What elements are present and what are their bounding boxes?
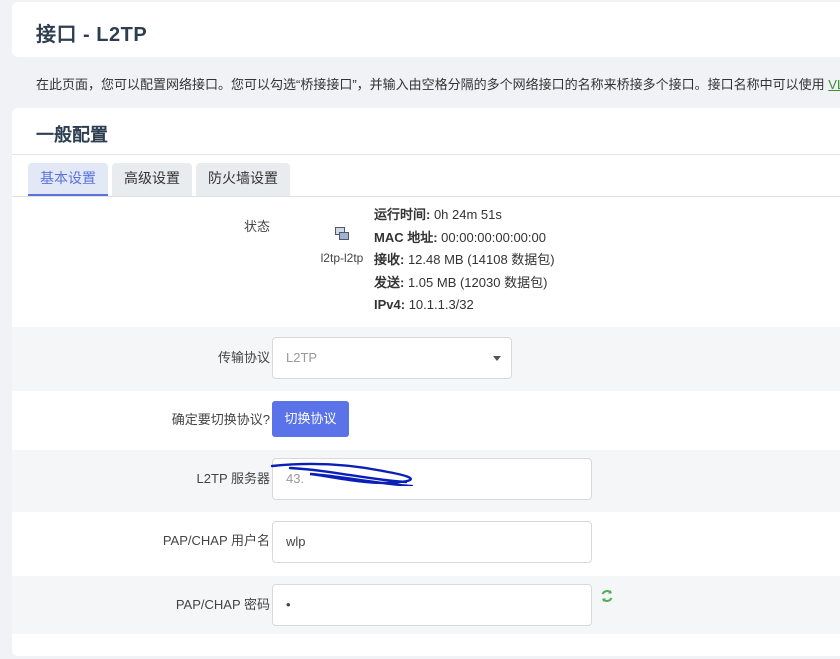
server-label: L2TP 服务器: [196, 471, 270, 486]
page-title: 接口 - L2TP: [36, 24, 148, 46]
protocol-selected-value: L2TP: [286, 350, 318, 365]
protocol-select[interactable]: L2TP: [272, 337, 512, 379]
general-config-section: 一般配置 基本设置 高级设置 防火墙设置 状态 l2tp-l2tp 运行时间: …: [12, 108, 840, 656]
password-row: PAP/CHAP 密码 •: [12, 576, 840, 634]
rx-value: 12.48 MB (14108 数据包): [404, 252, 555, 267]
username-row: PAP/CHAP 用户名 wlp: [12, 512, 840, 576]
ipv4-value: 10.1.1.3/32: [405, 297, 474, 312]
tab-advanced-settings[interactable]: 高级设置: [112, 163, 192, 196]
chevron-down-icon: [493, 356, 501, 361]
username-input-value: wlp: [286, 534, 306, 549]
uptime-key: 运行时间:: [374, 207, 431, 222]
config-tabs: 基本设置 高级设置 防火墙设置: [28, 163, 290, 196]
network-interface-icon: [334, 226, 350, 242]
switch-protocol-row: 确定要切换协议? 切换协议: [12, 391, 840, 450]
mac-value: 00:00:00:00:00:00: [437, 229, 546, 245]
switch-protocol-label: 确定要切换协议?: [171, 412, 270, 427]
tx-key: 发送:: [374, 274, 405, 290]
page-header: 接口 - L2TP: [12, 2, 840, 57]
section-divider: [12, 154, 840, 155]
password-input[interactable]: •: [272, 584, 592, 626]
password-input-value: •: [286, 597, 291, 612]
password-label: PAP/CHAP 密码: [175, 597, 270, 612]
page-description-text: 在此页面，您可以配置网络接口。您可以勾选“桥接接口”，并输入由空格分隔的多个网络…: [36, 77, 829, 92]
protocol-label: 传输协议: [217, 350, 270, 365]
status-row: 状态 l2tp-l2tp 运行时间: 0h 24m 51s MAC 地址: 00…: [12, 204, 840, 326]
uptime-value: 0h 24m 51s: [430, 207, 502, 222]
page-description: 在此页面，您可以配置网络接口。您可以勾选“桥接接口”，并输入由空格分隔的多个网络…: [36, 74, 840, 93]
redaction-scribble: [270, 462, 414, 486]
refresh-reveal-icon[interactable]: [600, 589, 614, 603]
section-title: 一般配置: [36, 125, 108, 145]
switch-protocol-button[interactable]: 切换协议: [272, 401, 349, 437]
mac-key: MAC 地址:: [374, 229, 438, 245]
interface-name: l2tp-l2tp: [320, 251, 364, 265]
interface-badge: l2tp-l2tp: [312, 226, 372, 265]
vlan-doc-link[interactable]: VL: [828, 77, 840, 92]
tx-value: 1.05 MB (12030 数据包): [404, 274, 548, 290]
server-row: L2TP 服务器 43.: [12, 450, 840, 512]
status-label: 状态: [243, 219, 270, 234]
username-input[interactable]: wlp: [272, 521, 592, 563]
rx-key: 接收:: [374, 252, 405, 267]
tabs-divider: [12, 196, 840, 197]
protocol-row: 传输协议 L2TP: [12, 327, 840, 391]
ipv4-key: IPv4:: [374, 297, 406, 312]
status-details: 运行时间: 0h 24m 51s MAC 地址: 00:00:00:00:00:…: [374, 204, 555, 317]
tab-basic-settings[interactable]: 基本设置: [28, 163, 108, 196]
tab-firewall-settings[interactable]: 防火墙设置: [196, 163, 290, 196]
username-label: PAP/CHAP 用户名: [162, 533, 270, 548]
